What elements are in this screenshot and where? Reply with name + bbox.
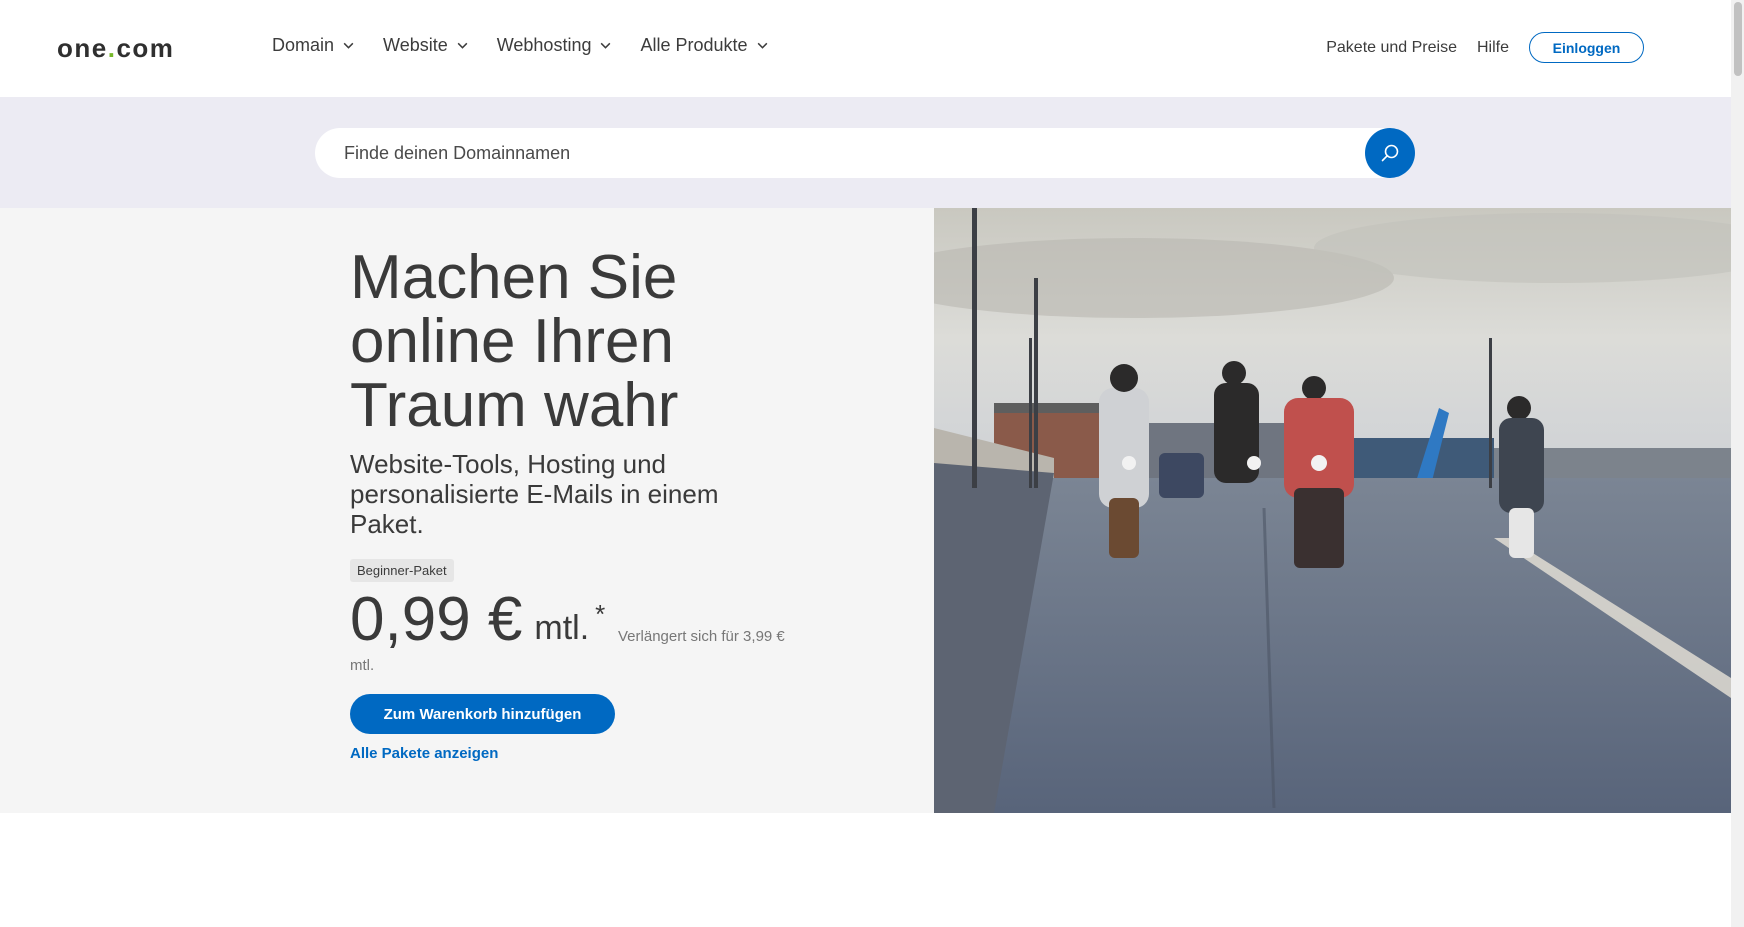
chevron-down-icon: [601, 42, 611, 49]
nav-item-domain[interactable]: Domain: [272, 35, 355, 56]
search-icon: [1381, 144, 1399, 162]
hero-image: [934, 208, 1731, 813]
login-button[interactable]: Einloggen: [1529, 32, 1644, 63]
hero-text-panel: Machen Sie online Ihren Traum wahr Websi…: [0, 208, 934, 813]
nav-item-webhosting[interactable]: Webhosting: [497, 35, 613, 56]
chevron-down-icon: [343, 42, 354, 49]
package-badge: Beginner-Paket: [350, 559, 454, 582]
nav-item-all-products[interactable]: Alle Produkte: [640, 35, 768, 56]
site-header: one.com Domain Website Webhosting Alle P…: [0, 0, 1731, 97]
all-packages-link[interactable]: Alle Pakete anzeigen: [350, 745, 498, 762]
renewal-note: Verlängert sich für 3,99 € mtl.: [350, 628, 785, 674]
nav-item-website[interactable]: Website: [383, 35, 469, 56]
scrollbar-thumb[interactable]: [1734, 2, 1742, 76]
logo[interactable]: one.com: [57, 33, 174, 64]
main-nav: Domain Website Webhosting Alle Produkte: [272, 35, 797, 56]
hero-title: Machen Sie online Ihren Traum wahr: [350, 243, 679, 440]
search-button[interactable]: [1365, 128, 1415, 178]
pricing-link[interactable]: Pakete und Preise: [1326, 39, 1457, 57]
domain-search-input[interactable]: [344, 142, 1244, 164]
chevron-down-icon: [457, 42, 468, 49]
page-scrollbar[interactable]: [1731, 0, 1744, 927]
help-link[interactable]: Hilfe: [1477, 39, 1509, 57]
domain-search-band: [0, 97, 1731, 208]
domain-search-box: [315, 128, 1415, 178]
chevron-down-icon: [757, 42, 767, 49]
header-right: Pakete und Preise Hilfe Einloggen: [1326, 32, 1644, 63]
hero-subtitle: Website-Tools, Hosting und personalisier…: [350, 449, 719, 539]
add-to-cart-button[interactable]: Zum Warenkorb hinzufügen: [350, 694, 615, 734]
